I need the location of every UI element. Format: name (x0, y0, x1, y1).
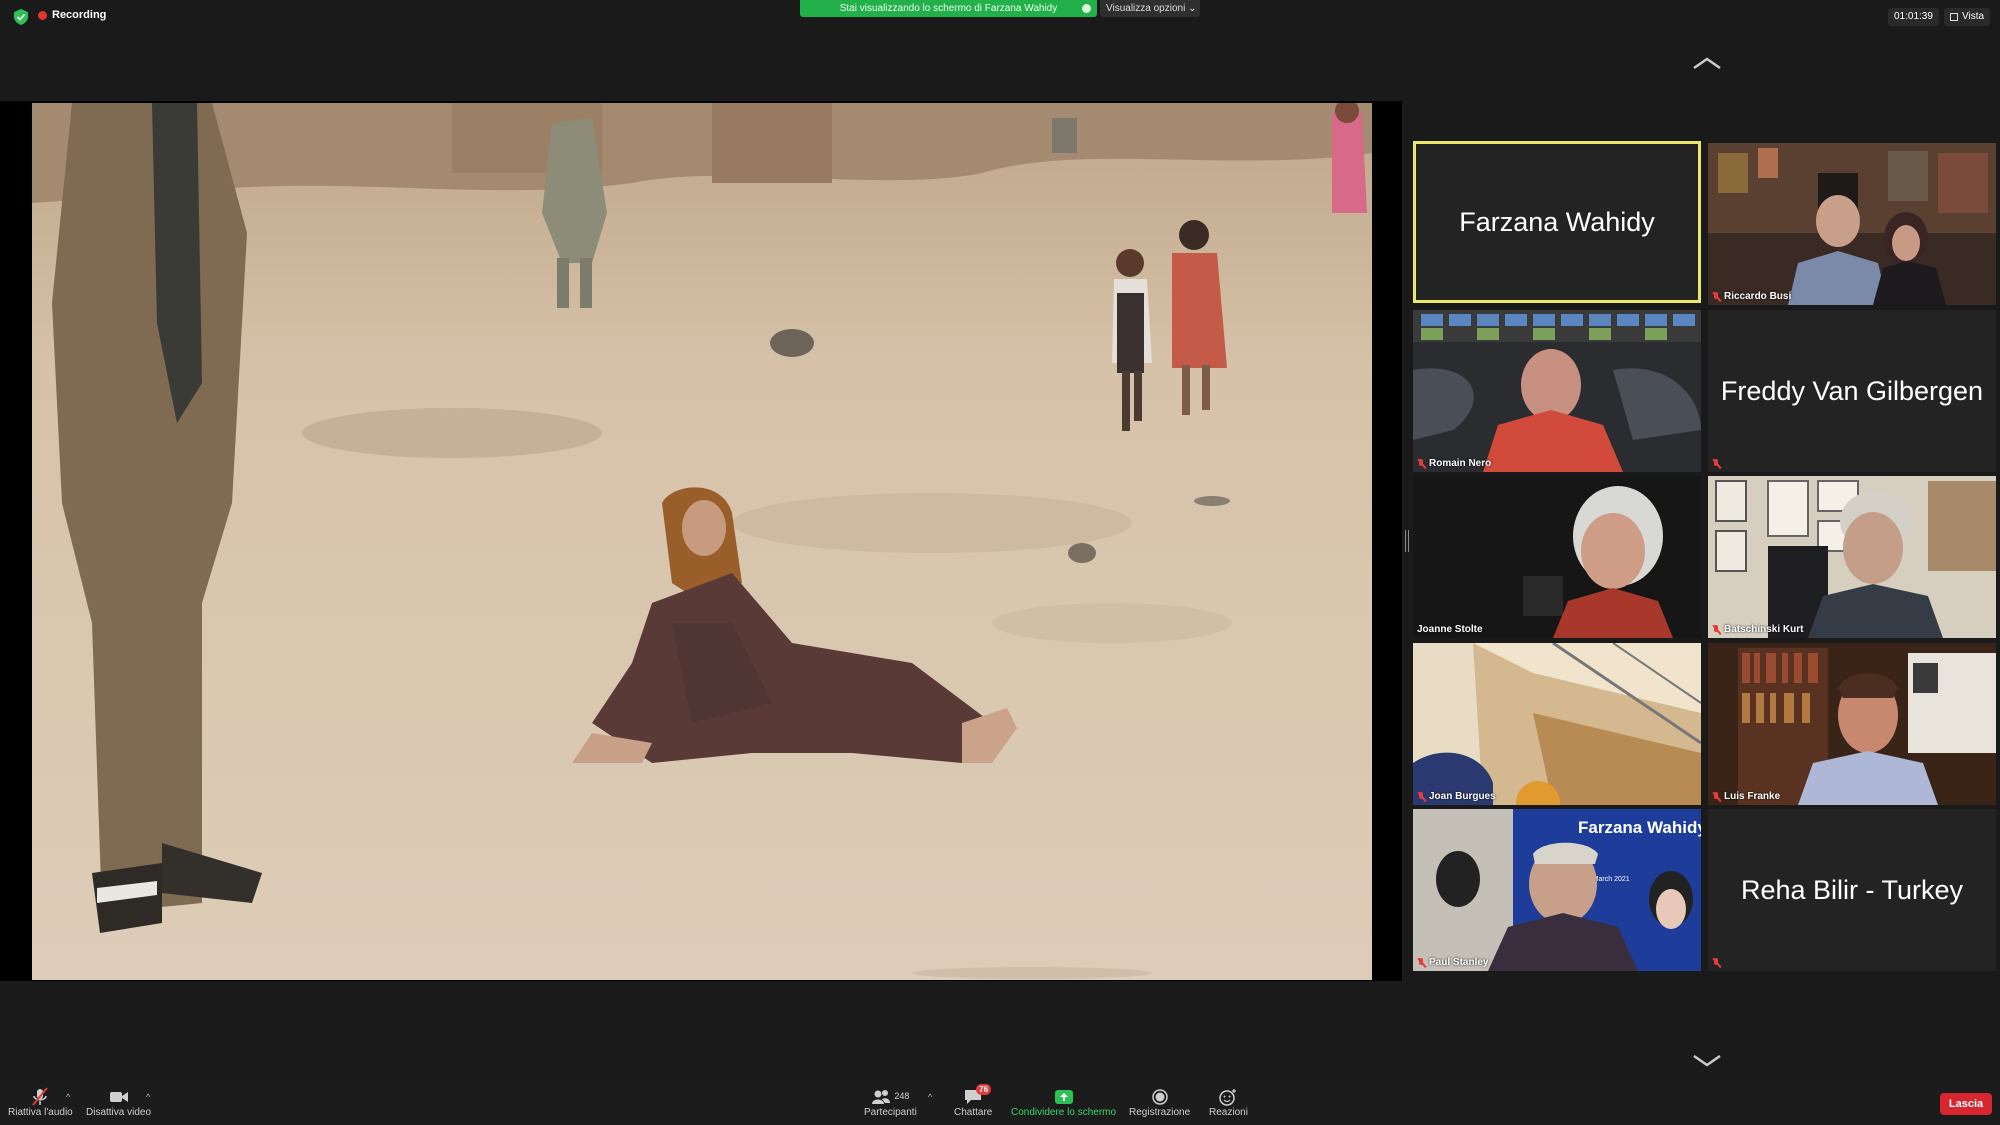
chat-button[interactable]: 76 Chattare (954, 1084, 993, 1118)
mic-muted-icon (1417, 791, 1426, 802)
record-button[interactable]: Registrazione (1129, 1087, 1190, 1118)
mic-muted-icon (1417, 957, 1426, 968)
participant-video (1708, 643, 1996, 805)
chevron-down-icon[interactable] (1692, 1053, 1722, 1069)
record-icon (1151, 1089, 1168, 1105)
unmute-button[interactable]: Riattiva l'audio (8, 1087, 73, 1118)
mic-muted-icon (1712, 624, 1721, 635)
video-options-caret-icon[interactable]: ^ (146, 1092, 150, 1102)
view-button[interactable]: Vista (1944, 8, 1991, 26)
chevron-up-icon[interactable] (1692, 55, 1722, 71)
participant-label (1712, 958, 1721, 968)
stop-video-label: Disattiva video (86, 1107, 152, 1118)
participant-label: Luis Franke (1712, 791, 1780, 802)
mic-muted-icon (1417, 458, 1426, 469)
mic-muted-icon (1712, 291, 1721, 302)
screen-share-banner: Stai visualizzando lo schermo di Farzana… (800, 0, 1097, 17)
record-dot-icon (38, 10, 47, 20)
participants-icon-wrap: 248 (870, 1087, 910, 1107)
participant-video (1413, 643, 1701, 805)
shared-photo (32, 103, 1372, 980)
shared-screen (0, 101, 1402, 981)
participant-tile-joanne-stolte[interactable]: Joanne Stolte (1413, 476, 1701, 638)
share-screen-button[interactable]: Condividere lo schermo (1011, 1087, 1116, 1118)
participant-video (1413, 310, 1701, 472)
chat-unread-badge: 76 (976, 1084, 992, 1095)
meeting-toolbar: Riattiva l'audio ^ Disattiva video ^ 248… (0, 1084, 2000, 1125)
participants-button[interactable]: 248 Partecipanti (864, 1087, 917, 1118)
microphone-muted-icon (32, 1087, 49, 1106)
video-camera-icon (109, 1092, 128, 1102)
participant-video: Farzana Wahidy 7th March 2021 (1413, 809, 1701, 971)
participant-video (1413, 476, 1701, 638)
participant-label: Paul Stanley (1417, 957, 1488, 968)
record-label: Registrazione (1129, 1107, 1191, 1118)
participant-name: Luis Franke (1724, 791, 1781, 802)
mic-muted-icon (1712, 791, 1721, 802)
participant-tile-farzana-wahidy[interactable]: Farzana Wahidy (1413, 141, 1701, 303)
participant-label: Joan Burgues (1417, 791, 1496, 802)
participant-tile-paul-stanley[interactable]: Farzana Wahidy 7th March 2021 Paul Stanl… (1413, 809, 1701, 971)
shield-icon[interactable] (14, 9, 28, 25)
share-status-dot-icon (1082, 4, 1091, 13)
mic-muted-icon (1712, 459, 1721, 469)
chat-label: Chattare (954, 1107, 993, 1118)
unmute-label: Riattiva l'audio (8, 1107, 73, 1118)
shared-photo-image (32, 103, 1372, 980)
chat-icon-wrap: 76 (962, 1084, 992, 1107)
view-grid-icon (1950, 13, 1958, 21)
participant-label: Joanne Stolte (1417, 624, 1483, 635)
participant-name: Paul Stanley (1429, 957, 1489, 968)
participant-tile-freddy-van-gilbergen[interactable]: Freddy Van Gilbergen (1708, 310, 1996, 472)
participant-tile-batschinski-kurt[interactable]: Batschinski Kurt (1708, 476, 1996, 638)
share-banner-text: Stai visualizzando lo schermo di Farzana… (839, 3, 1058, 14)
participant-name: Joanne Stolte (1417, 624, 1483, 635)
participant-tile-luis-franke[interactable]: Luis Franke (1708, 643, 1996, 805)
participant-name: Joan Burgues (1429, 791, 1496, 802)
participant-label (1712, 459, 1721, 469)
reactions-label: Reazioni (1209, 1107, 1248, 1118)
top-bar: Recording Stai visualizzando lo schermo … (0, 0, 2000, 34)
participants-label: Partecipanti (864, 1107, 917, 1118)
participant-label: Romain Nero (1417, 458, 1491, 469)
recording-label: Recording (52, 9, 107, 21)
participants-options-caret-icon[interactable]: ^ (928, 1092, 932, 1102)
participant-tile-riccardo-busi[interactable]: Riccardo Busi (1708, 143, 1996, 305)
view-label: Vista (1962, 11, 1985, 22)
meeting-timer: 01:01:39 (1888, 8, 1939, 26)
participants-count: 248 (894, 1091, 910, 1101)
view-options-button[interactable]: Visualizza opzioni ⌄ (1100, 0, 1200, 17)
participant-name: Batschinski Kurt (1724, 624, 1804, 635)
recording-indicator[interactable]: Recording (38, 9, 106, 21)
stop-video-button[interactable]: Disattiva video (86, 1087, 151, 1118)
participant-video (1708, 143, 1996, 305)
participant-label: Batschinski Kurt (1712, 624, 1803, 635)
participant-tile-romain-nero[interactable]: Romain Nero (1413, 310, 1701, 472)
audio-options-caret-icon[interactable]: ^ (66, 1092, 70, 1102)
participant-tile-joan-burgues[interactable]: Joan Burgues (1413, 643, 1701, 805)
participant-name-large: Farzana Wahidy (1459, 206, 1655, 237)
participant-tile-reha-bilir-turkey[interactable]: Reha Bilir - Turkey (1708, 809, 1996, 971)
mic-muted-icon (1712, 958, 1721, 968)
leave-meeting-button[interactable]: Lascia (1940, 1093, 1992, 1115)
smiley-reaction-icon (1219, 1089, 1237, 1106)
participant-name: Romain Nero (1429, 458, 1492, 469)
panel-resize-handle[interactable] (1405, 530, 1409, 552)
participant-name-large: Freddy Van Gilbergen (1720, 375, 1984, 406)
participant-name-large: Reha Bilir - Turkey (1740, 874, 1964, 905)
participant-video (1708, 476, 1996, 638)
participant-name: Riccardo Busi (1724, 291, 1792, 302)
share-screen-icon (1054, 1090, 1073, 1104)
participants-icon (872, 1090, 891, 1104)
reactions-button[interactable]: Reazioni (1209, 1087, 1248, 1118)
share-screen-label: Condividere lo schermo (1011, 1107, 1117, 1118)
participant-label: Riccardo Busi (1712, 291, 1791, 302)
poster-title: Farzana Wahidy (1578, 818, 1701, 837)
